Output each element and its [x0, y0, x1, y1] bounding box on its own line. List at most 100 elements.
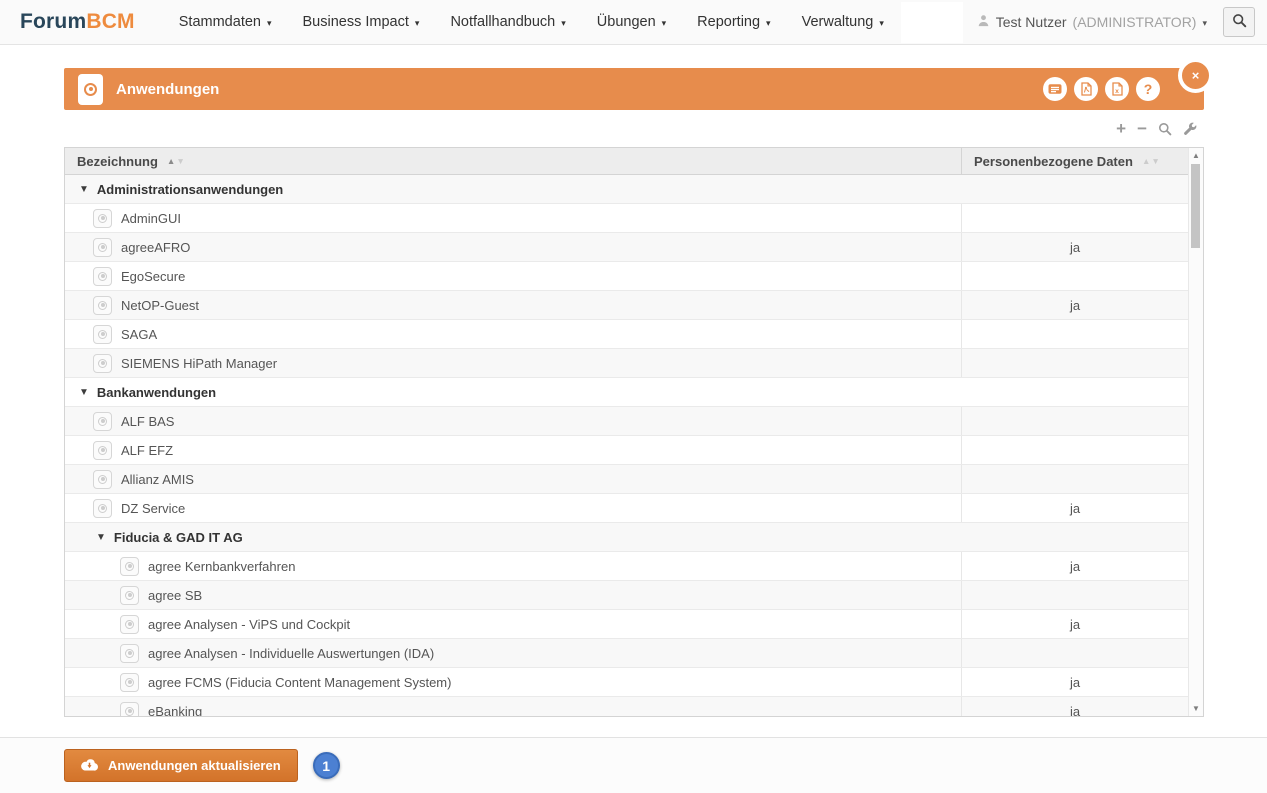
applications-icon — [78, 74, 103, 105]
bezeichnung-cell: ▼Administrationsanwendungen — [65, 175, 961, 203]
table-row[interactable]: ALF BAS — [65, 407, 1203, 436]
column-header-bezeichnung[interactable]: Bezeichnung ▲▼ — [65, 148, 961, 174]
application-name: Allianz AMIS — [121, 472, 194, 487]
grid-settings-wrench-icon[interactable] — [1183, 122, 1197, 136]
application-icon — [120, 586, 139, 605]
scroll-down-arrow-icon[interactable]: ▼ — [1189, 704, 1203, 713]
panel-header-icons: x? — [1043, 77, 1160, 101]
help-icon[interactable]: ? — [1136, 77, 1160, 101]
nav-item-label: Notfallhandbuch — [450, 14, 555, 30]
personal-data-cell — [961, 407, 1188, 435]
column-header-personenbezogene-daten[interactable]: Personenbezogene Daten ▲▼ — [961, 148, 1188, 174]
main-menu: Stammdaten ▾ Business Impact▾ Notfallhandbu… — [179, 14, 884, 30]
bezeichnung-cell: agree Kernbankverfahren — [65, 552, 961, 580]
nav-item-label: Stammdaten — [179, 14, 261, 30]
chevron-down-icon: ▾ — [766, 18, 771, 29]
list-export-icon[interactable] — [1043, 77, 1067, 101]
nav-item-label: Reporting — [697, 14, 760, 30]
group-row[interactable]: ▼Fiducia & GAD IT AG — [65, 523, 1203, 552]
application-name: agree Kernbankverfahren — [148, 559, 295, 574]
personal-data-cell — [961, 349, 1188, 377]
table-row[interactable]: SIEMENS HiPath Manager — [65, 349, 1203, 378]
user-name: Test Nutzer — [996, 14, 1067, 30]
application-icon — [93, 209, 112, 228]
bezeichnung-cell: ALF BAS — [65, 407, 961, 435]
application-icon — [93, 238, 112, 257]
pdf-export-icon[interactable] — [1074, 77, 1098, 101]
top-navbar: ForumBCM Stammdaten ▾ Business Impact▾ Notf… — [0, 0, 1267, 45]
question-mark-glyph: ? — [1144, 82, 1153, 96]
bezeichnung-cell: ALF EFZ — [65, 436, 961, 464]
chevron-down-icon: ▾ — [267, 18, 272, 29]
personal-data-cell — [961, 639, 1188, 667]
nav-item-reporting[interactable]: Reporting ▾ — [697, 14, 770, 30]
bezeichnung-cell: ▼ Bankanwendungen — [65, 378, 961, 406]
application-icon — [93, 441, 112, 460]
bezeichnung-cell: Allianz AMIS — [65, 465, 961, 493]
chevron-down-icon: ▾ — [1202, 18, 1207, 29]
vertical-scrollbar[interactable]: ▲ ▼ — [1188, 148, 1203, 716]
nav-item-notfallhandbuch[interactable]: Notfallhandbuch▾ — [450, 14, 565, 30]
nav-item--bungen[interactable]: Übungen▾ — [597, 14, 666, 30]
group-row[interactable]: ▼ Bankanwendungen — [65, 378, 1203, 407]
table-row[interactable]: eBankingja — [65, 697, 1203, 717]
table-row[interactable]: agree Analysen - Individuelle Auswertung… — [65, 639, 1203, 668]
application-name: EgoSecure — [121, 269, 185, 284]
table-row[interactable]: ALF EFZ — [65, 436, 1203, 465]
collapse-triangle-icon[interactable]: ▼ — [96, 532, 106, 543]
scroll-up-arrow-icon[interactable]: ▲ — [1189, 151, 1203, 160]
group-row[interactable]: ▼Administrationsanwendungen — [65, 175, 1203, 204]
anwendungen-panel: Anwendungen x? × + − Bezeichnung ▲▼ Pers… — [64, 68, 1204, 717]
chevron-down-icon: ▾ — [879, 18, 884, 29]
table-row[interactable]: AdminGUI — [65, 204, 1203, 233]
application-name: ALF EFZ — [121, 443, 173, 458]
table-row[interactable]: agree FCMS (Fiducia Content Management S… — [65, 668, 1203, 697]
application-icon — [120, 673, 139, 692]
bezeichnung-cell: eBanking — [65, 697, 961, 717]
update-applications-button[interactable]: Anwendungen aktualisieren — [64, 749, 298, 782]
collapse-triangle-icon[interactable]: ▼ — [79, 184, 89, 195]
bezeichnung-cell: ▼Fiducia & GAD IT AG — [65, 523, 961, 551]
application-icon — [93, 325, 112, 344]
user-menu[interactable]: Test Nutzer (ADMINISTRATOR) ▾ — [977, 14, 1207, 30]
table-header-row: Bezeichnung ▲▼ Personenbezogene Daten ▲▼ — [65, 148, 1203, 175]
nav-item-stammdaten[interactable]: Stammdaten ▾ — [179, 14, 272, 30]
personal-data-cell — [961, 465, 1188, 493]
application-name: AdminGUI — [121, 211, 181, 226]
expand-all-button[interactable]: + — [1116, 120, 1126, 137]
personal-data-cell — [961, 436, 1188, 464]
table-row[interactable]: agree SB — [65, 581, 1203, 610]
step-badge: 1 — [313, 752, 340, 779]
sort-icons[interactable]: ▲▼ — [1142, 156, 1161, 166]
application-icon — [93, 296, 112, 315]
application-name: agreeAFRO — [121, 240, 190, 255]
scrollbar-thumb[interactable] — [1191, 164, 1200, 248]
grid-toolbar: + − — [64, 110, 1204, 147]
application-icon — [120, 615, 139, 634]
table-row[interactable]: EgoSecure — [65, 262, 1203, 291]
panel-title: Anwendungen — [116, 81, 219, 98]
nav-item-business-impact[interactable]: Business Impact▾ — [303, 14, 420, 30]
sort-icons[interactable]: ▲▼ — [167, 156, 186, 166]
personal-data-cell — [961, 320, 1188, 348]
collapse-all-button[interactable]: − — [1137, 120, 1147, 137]
group-label: Bankanwendungen — [97, 385, 216, 400]
table-row[interactable]: agree Analysen - ViPS und Cockpitja — [65, 610, 1203, 639]
table-row[interactable]: Allianz AMIS — [65, 465, 1203, 494]
personal-data-cell — [961, 523, 1188, 551]
personal-data-cell — [961, 262, 1188, 290]
logo-part-bcm: BCM — [86, 10, 134, 33]
table-row[interactable]: SAGA — [65, 320, 1203, 349]
global-search-button[interactable] — [1223, 7, 1255, 37]
collapse-triangle-icon[interactable]: ▼ — [79, 387, 89, 398]
table-row[interactable]: agreeAFROja — [65, 233, 1203, 262]
app-logo[interactable]: ForumBCM — [20, 10, 135, 34]
personal-data-cell — [961, 378, 1188, 406]
table-row[interactable]: agree Kernbankverfahrenja — [65, 552, 1203, 581]
excel-export-icon[interactable]: x — [1105, 77, 1129, 101]
table-row[interactable]: DZ Serviceja — [65, 494, 1203, 523]
close-icon[interactable]: × — [1178, 58, 1213, 93]
grid-search-icon[interactable] — [1158, 122, 1172, 136]
nav-item-verwaltung[interactable]: Verwaltung▾ — [802, 14, 884, 30]
table-row[interactable]: NetOP-Guestja — [65, 291, 1203, 320]
